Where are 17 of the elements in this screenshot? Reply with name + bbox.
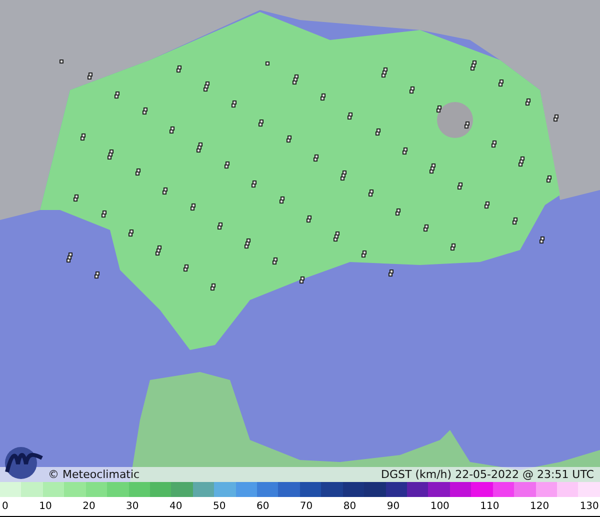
- logo-icon: [4, 446, 46, 480]
- scale-label: 30: [126, 501, 139, 512]
- scale-label: 80: [343, 501, 356, 512]
- scale-label: 130: [580, 501, 599, 512]
- scale-label: 110: [480, 501, 500, 512]
- scale-label: 90: [386, 501, 400, 512]
- scale-label: 10: [39, 501, 52, 512]
- scale-label: 60: [256, 501, 270, 512]
- scale-label: 120: [530, 501, 550, 512]
- scale-label: 20: [82, 501, 96, 512]
- map-title: DGST (km/h) 22-05-2022 @ 23:51 UTC: [381, 468, 594, 481]
- scale-label: 100: [430, 501, 450, 512]
- scale-label: 50: [212, 501, 226, 512]
- copyright-text: © Meteoclimatic: [48, 468, 140, 481]
- scale-label: 0: [2, 501, 8, 512]
- scale-label: 70: [300, 501, 313, 512]
- scale-label: 40: [170, 501, 182, 512]
